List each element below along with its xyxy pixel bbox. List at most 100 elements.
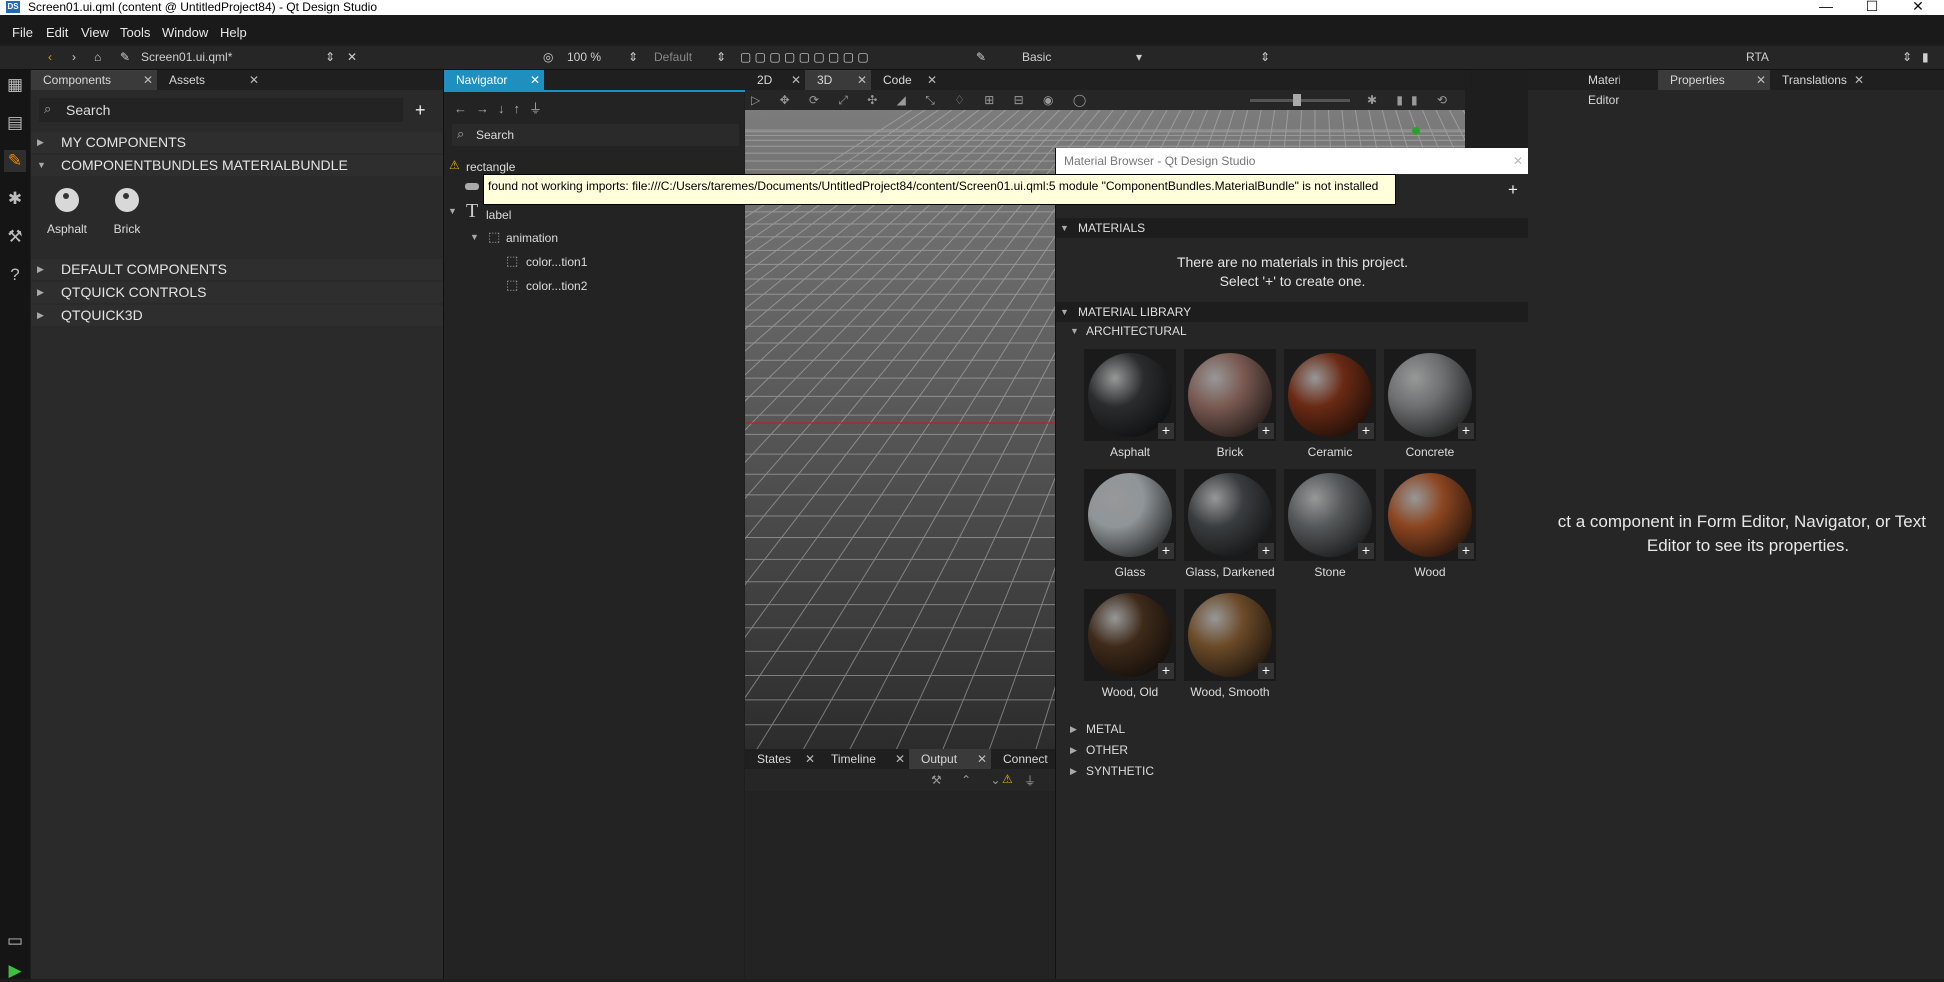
- tree-item-coloranimation2[interactable]: color...tion2: [526, 279, 587, 293]
- material-library-header[interactable]: ▼ MATERIAL LIBRARY: [1056, 302, 1529, 322]
- components-search-box[interactable]: ⌕ Search: [39, 98, 403, 122]
- filter-icon[interactable]: ⏚: [529, 101, 551, 116]
- tree-item-rectangle[interactable]: rectangle: [466, 160, 515, 174]
- layout-tools-icon[interactable]: ▢ ▢ ▢ ▢ ▢ ▢ ▢ ▢ ▢: [740, 50, 869, 64]
- output-tool-icons[interactable]: ⚒ ⌃ ⌄: [931, 773, 1009, 787]
- material-item[interactable]: + Stone: [1284, 469, 1376, 581]
- preset-dropdown-icon[interactable]: ⇕: [1902, 50, 1912, 64]
- add-to-project-button[interactable]: +: [1458, 543, 1474, 559]
- add-to-project-button[interactable]: +: [1158, 423, 1174, 439]
- tab-translations[interactable]: Translations ✕: [1770, 70, 1868, 90]
- edit-style-icon[interactable]: ✎: [976, 50, 986, 64]
- arrow-down-icon[interactable]: ↓: [498, 101, 514, 116]
- tab-connections[interactable]: Connect: [991, 749, 1055, 769]
- chevron-down-icon[interactable]: ▼: [448, 206, 457, 216]
- add-to-project-button[interactable]: +: [1158, 543, 1174, 559]
- close-window-button[interactable]: ✕: [1898, 0, 1938, 15]
- open-file-name[interactable]: Screen01.ui.qml*: [141, 50, 232, 64]
- material-item[interactable]: + Brick: [1184, 349, 1276, 461]
- add-material-button[interactable]: +: [1508, 180, 1518, 200]
- tab-components[interactable]: Components ✕: [31, 70, 157, 90]
- material-item[interactable]: + Wood, Old: [1084, 589, 1176, 701]
- material-item[interactable]: + Concrete: [1384, 349, 1476, 461]
- add-module-button[interactable]: +: [415, 100, 426, 121]
- bundle-item-brick[interactable]: Brick: [101, 180, 153, 240]
- workspace-preset[interactable]: RTA: [1746, 50, 1769, 64]
- file-dropdown-icon[interactable]: ⇕: [325, 50, 335, 64]
- warning-filter-icon[interactable]: ⚠: [1002, 772, 1013, 786]
- add-to-project-button[interactable]: +: [1158, 663, 1174, 679]
- search-input[interactable]: Search: [66, 102, 110, 118]
- bundle-item-asphalt[interactable]: Asphalt: [41, 180, 93, 240]
- material-item[interactable]: + Ceramic: [1284, 349, 1376, 461]
- minimize-button[interactable]: —: [1806, 0, 1846, 15]
- state-selector[interactable]: Default: [654, 50, 692, 64]
- tab-timeline[interactable]: Timeline ✕: [819, 749, 909, 769]
- maximize-button[interactable]: ☐: [1852, 0, 1892, 15]
- close-icon[interactable]: ✕: [805, 749, 815, 769]
- close-icon[interactable]: ✕: [530, 70, 540, 90]
- material-item[interactable]: + Glass: [1084, 469, 1176, 581]
- tab-assets[interactable]: Assets ✕: [157, 70, 263, 90]
- category-synthetic[interactable]: SYNTHETIC: [1086, 764, 1154, 778]
- chevron-right-icon[interactable]: ▶: [1070, 724, 1077, 735]
- zoom-level[interactable]: 100 %: [567, 50, 601, 64]
- close-file-icon[interactable]: ✕: [347, 50, 357, 64]
- menu-view[interactable]: View: [81, 25, 109, 40]
- tree-item-animation[interactable]: animation: [506, 231, 558, 245]
- close-icon[interactable]: ✕: [1854, 70, 1864, 90]
- material-item[interactable]: + Glass, Darkened: [1184, 469, 1276, 581]
- tree-item-label[interactable]: label: [486, 208, 511, 222]
- close-icon[interactable]: ✕: [1756, 70, 1766, 90]
- tab-states[interactable]: States ✕: [745, 749, 819, 769]
- device-icon[interactable]: ▭: [4, 930, 26, 952]
- section-qtquick-controls[interactable]: ▶ QTQUICK CONTROLS: [31, 282, 443, 303]
- section-qtquick3d[interactable]: ▶ QTQUICK3D: [31, 305, 443, 326]
- category-metal[interactable]: METAL: [1086, 722, 1125, 736]
- projects-mode-icon[interactable]: ⚒: [4, 226, 26, 248]
- close-icon[interactable]: ✕: [143, 70, 153, 90]
- section-materialbundle[interactable]: ▼ COMPONENTBUNDLES MATERIALBUNDLE: [31, 155, 443, 176]
- chevron-right-icon[interactable]: ▶: [1070, 745, 1077, 756]
- state-dropdown-icon[interactable]: ⇕: [716, 50, 726, 64]
- tab-navigator[interactable]: Navigator ✕: [444, 70, 544, 90]
- menu-window[interactable]: Window: [162, 25, 208, 40]
- filter-icon[interactable]: ⏚: [1024, 772, 1036, 789]
- material-item[interactable]: + Wood: [1384, 469, 1476, 581]
- back-icon[interactable]: ‹: [48, 50, 52, 64]
- close-icon[interactable]: ✕: [895, 749, 905, 769]
- category-architectural[interactable]: ARCHITECTURAL: [1086, 324, 1187, 338]
- arrow-right-icon[interactable]: →: [476, 101, 498, 116]
- tab-properties[interactable]: Properties ✕: [1658, 70, 1770, 90]
- slider-handle[interactable]: [1293, 94, 1301, 106]
- add-to-project-button[interactable]: +: [1258, 663, 1274, 679]
- design-mode-icon[interactable]: ✎: [4, 150, 26, 172]
- debug-mode-icon[interactable]: ✱: [4, 188, 26, 210]
- add-to-project-button[interactable]: +: [1358, 543, 1374, 559]
- section-default-components[interactable]: ▶ DEFAULT COMPONENTS: [31, 259, 443, 280]
- tab-output[interactable]: Output ✕: [909, 749, 991, 769]
- add-to-project-button[interactable]: +: [1358, 423, 1374, 439]
- style-selector[interactable]: Basic: [1022, 50, 1051, 64]
- add-to-project-button[interactable]: +: [1258, 543, 1274, 559]
- close-icon[interactable]: ✕: [1513, 148, 1523, 174]
- add-to-project-button[interactable]: +: [1458, 423, 1474, 439]
- section-my-components[interactable]: ▶ MY COMPONENTS: [31, 132, 443, 153]
- help-mode-icon[interactable]: ?: [4, 264, 26, 286]
- welcome-mode-icon[interactable]: ▦: [4, 74, 26, 96]
- add-to-project-button[interactable]: +: [1258, 423, 1274, 439]
- navigator-search-box[interactable]: ⌕ Search: [452, 124, 739, 146]
- tree-item-coloranimation1[interactable]: color...tion1: [526, 255, 587, 269]
- close-icon[interactable]: ✕: [977, 749, 987, 769]
- style-dropdown-icon[interactable]: ▾: [1136, 50, 1142, 64]
- menu-file[interactable]: File: [12, 25, 33, 40]
- menu-edit[interactable]: Edit: [46, 25, 68, 40]
- category-other[interactable]: OTHER: [1086, 743, 1128, 757]
- lock-icon[interactable]: ⌂: [94, 50, 101, 64]
- search-input[interactable]: Search: [476, 128, 514, 142]
- material-item[interactable]: + Wood, Smooth: [1184, 589, 1276, 701]
- kit-dropdown-icon[interactable]: ⇕: [1260, 50, 1270, 64]
- zoom-dropdown-icon[interactable]: ⇕: [628, 50, 638, 64]
- chevron-right-icon[interactable]: ▶: [1070, 766, 1077, 777]
- menu-tools[interactable]: Tools: [120, 25, 150, 40]
